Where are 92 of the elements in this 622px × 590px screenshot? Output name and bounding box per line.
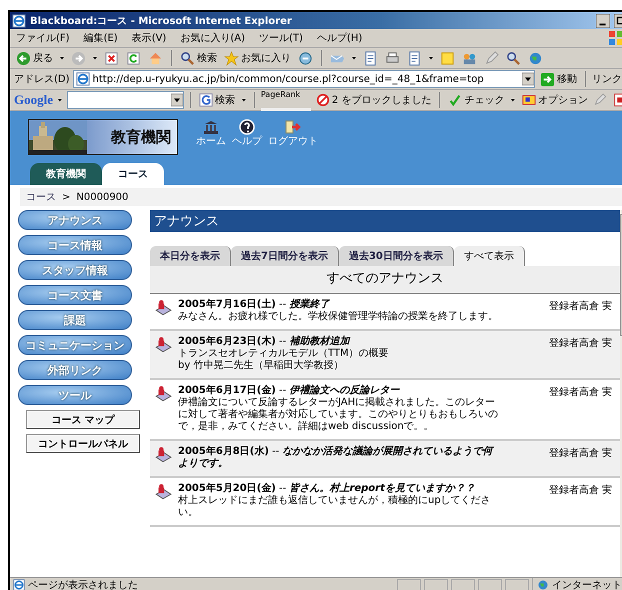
page-icon — [13, 579, 25, 590]
research-button[interactable] — [504, 49, 523, 67]
announcement-text: 伊禮論文について反論するレターがJAHに掲載されました。このレターに対して著者や編集者が対応しています。このやりとりもおもしろいので，是非，みてください。詳細はweb discussionで。。 — [178, 397, 498, 433]
announcement-author: 登録者高倉 実 — [548, 300, 613, 314]
menu-item[interactable]: ヘルプ(H) — [316, 31, 362, 45]
doc-icon — [407, 50, 422, 66]
globe-icon — [537, 579, 549, 590]
globe-icon — [528, 50, 543, 66]
announcement-author: 登録者高倉 実 — [548, 336, 613, 351]
back-button[interactable]: 戻る — [14, 49, 55, 67]
menu-item[interactable]: 編集(E) — [84, 31, 118, 45]
breadcrumb-link[interactable]: コース — [26, 190, 56, 204]
go-button[interactable]: 移動 — [538, 70, 579, 88]
links-label[interactable]: リンク — [592, 72, 622, 86]
menu-item[interactable]: ファイル(F) — [16, 31, 70, 45]
search-icon — [506, 50, 521, 66]
search-icon — [180, 50, 195, 66]
security-zone: インターネット — [532, 578, 622, 590]
announcement-author: 登録者高倉 実 — [548, 484, 613, 498]
menu-item[interactable]: お気に入り(A) — [180, 31, 245, 45]
announcement-icon — [154, 483, 172, 501]
announcement-icon — [154, 446, 172, 464]
search-field[interactable] — [66, 91, 184, 109]
announcement-author: 登録者高倉 実 — [548, 446, 613, 461]
announcement-icon — [154, 336, 172, 354]
window-title: Blackboard:コース - Microsoft Internet Explorer — [30, 14, 292, 28]
page-icon — [76, 72, 90, 86]
sidebar-tool-button[interactable]: コース マップ — [26, 410, 140, 429]
address-label: アドレス(D) — [14, 73, 70, 86]
announcement-headline: 2005年6月23日(木) -- 補助教材追加 — [178, 336, 352, 348]
status-panel — [478, 578, 502, 590]
breadcrumb-current: N0000900 — [76, 192, 128, 202]
announcement-author: 登録者高倉 実 — [548, 386, 613, 400]
nav-tab[interactable]: 教育機関 — [30, 163, 102, 185]
address-field[interactable]: http://dep.u-ryukyu.ac.jp/bin/common/course.pl?course_id=_48_1&frame=top — [72, 70, 535, 88]
filter-tab[interactable]: 本日分を表示 — [150, 246, 231, 266]
status-panel — [505, 578, 529, 590]
filter-tab[interactable]: 過去7日間分を表示 — [231, 246, 339, 266]
refresh-icon — [126, 50, 141, 66]
fwd-icon — [71, 50, 86, 66]
sidebar-tool-button[interactable]: コントロールパネル — [26, 434, 140, 453]
pencil-icon — [484, 50, 499, 66]
g-icon — [199, 93, 214, 107]
menu-item[interactable]: 表示(V) — [132, 31, 166, 45]
options-icon — [522, 93, 536, 107]
back-icon — [16, 50, 31, 66]
doc-icon — [363, 50, 378, 66]
nav-tab[interactable]: コース — [102, 163, 164, 185]
status-panel — [451, 578, 475, 590]
note-icon — [440, 50, 455, 66]
home-icon — [148, 50, 163, 66]
menu-item[interactable]: ツール(T) — [259, 31, 303, 45]
announcements-heading: すべてのアナウンス — [150, 266, 620, 294]
logout-icon — [285, 119, 301, 135]
filter-tab[interactable]: すべて表示 — [454, 246, 525, 266]
dropdown-icon — [522, 72, 534, 86]
breadcrumb-separator: > — [62, 192, 70, 202]
windows-logo-icon — [608, 30, 622, 46]
check-icon — [448, 93, 462, 107]
announcement-icon — [154, 299, 172, 317]
status-panel — [397, 578, 421, 590]
home-icon — [203, 119, 219, 135]
status-message: ページが表示されました — [28, 578, 138, 590]
announcement-text: 村上スレッドにまだ誰も返信していませんが，積極的にupしてください。 — [178, 495, 492, 519]
search-button[interactable]: 検索 — [178, 49, 219, 67]
go-icon — [540, 72, 555, 86]
star-icon — [224, 50, 239, 66]
section-title: アナウンス — [150, 210, 620, 232]
institution-name: 教育機関 — [110, 128, 172, 146]
favorites-button[interactable]: お気に入り — [222, 49, 293, 67]
announcement-text: トランスセオレティカルモデル（TTM）の概要 by 竹中晃二先生（早稲田大学教授） — [178, 348, 390, 372]
help-icon — [239, 119, 255, 135]
status-panel — [424, 578, 448, 590]
options-button[interactable]: オプション — [520, 91, 590, 109]
filter-tab[interactable]: 過去30日間分を表示 — [338, 246, 454, 266]
stop-icon — [104, 50, 119, 66]
announcement-headline: 2005年6月8日(水) -- なかなか活発な議論が展開されているようで何よりです。 — [178, 446, 496, 470]
spell-check-button[interactable]: チェック — [446, 91, 506, 109]
announcement-headline: 2005年7月16日(土) -- 授業終了 — [178, 299, 331, 310]
minimize-icon[interactable] — [596, 14, 610, 28]
blocked-icon — [316, 93, 330, 107]
pdf-icon[interactable] — [612, 93, 622, 107]
browser-icon — [12, 14, 26, 28]
announcement-headline: 2005年6月17日(金) -- 伊禮論文への反論レター — [178, 385, 401, 396]
announcement-text: みなさん。お疲れ様でした。学校保健管理学特論の授業を終了します。 — [178, 311, 498, 323]
print-icon — [385, 50, 400, 66]
google-search-button[interactable]: 検索 — [197, 91, 238, 109]
google-logo[interactable]: Google — [14, 92, 53, 108]
dropdown-icon — [171, 93, 184, 107]
announcement-icon — [154, 385, 172, 403]
popup-blocker-button[interactable]: 2 をブロックしました — [314, 91, 434, 109]
announcement-headline: 2005年5月20日(金) -- 皆さん。村上reportを見ていますか？？ — [178, 483, 476, 494]
